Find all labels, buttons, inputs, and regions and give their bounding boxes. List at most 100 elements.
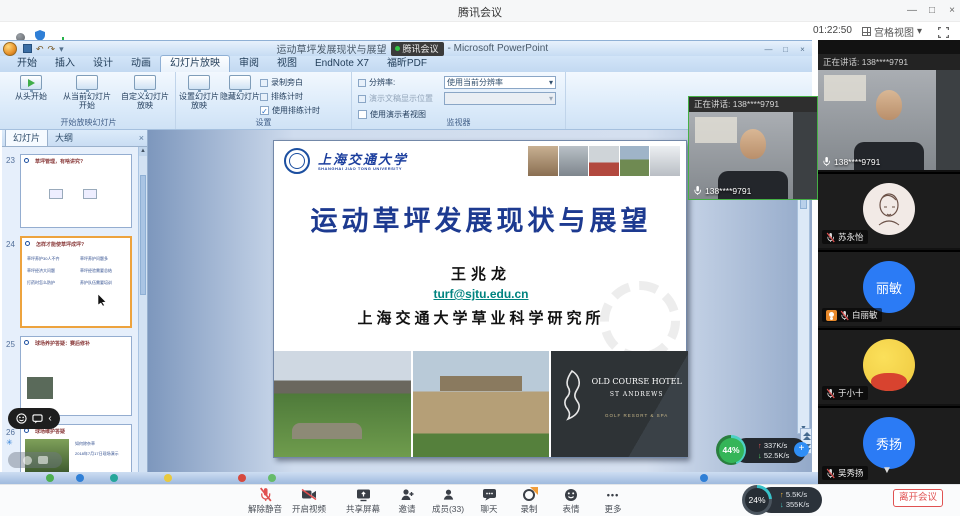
expand-stats-button[interactable]: + xyxy=(794,442,809,457)
emoji-icon[interactable] xyxy=(16,413,27,424)
group-label: 监视器 xyxy=(352,117,565,128)
slide-number: 26 xyxy=(6,428,15,437)
maximize-button[interactable]: □ xyxy=(923,3,941,18)
resolution-select[interactable]: 使用当前分辨率 ▾ xyxy=(444,76,556,89)
show-on-select: ▾ xyxy=(444,92,556,105)
more-dots-icon: ••• xyxy=(607,490,619,500)
thumb-graphic xyxy=(83,189,97,199)
setup-icon xyxy=(188,75,210,90)
ppt-minimize-button[interactable]: — xyxy=(761,43,776,54)
participant-name-label: 138****9791 xyxy=(822,156,880,167)
close-button[interactable]: × xyxy=(943,3,960,18)
unmute-button[interactable]: 解除静音 xyxy=(242,487,288,515)
office-button[interactable] xyxy=(3,42,17,56)
save-icon[interactable] xyxy=(23,44,32,53)
avatar: 秀扬 xyxy=(863,417,915,469)
floating-speaker-window[interactable]: 正在讲话: 138****9791 138****9791 xyxy=(688,96,818,200)
taskbar-app-icon[interactable] xyxy=(700,474,708,482)
ppt-close-button[interactable]: × xyxy=(795,43,810,54)
record-narration-button[interactable]: 录制旁白 xyxy=(260,77,346,88)
more-button[interactable]: ••• 更多 xyxy=(590,487,636,515)
cpu-gauge[interactable]: 44% xyxy=(716,435,746,465)
minimize-button[interactable]: — xyxy=(903,3,921,18)
slide-thumbnail-23[interactable]: 草坪管理，有啥讲究? xyxy=(20,154,132,228)
taskbar-app-icon[interactable] xyxy=(110,474,118,482)
taskbar-app-icon[interactable] xyxy=(46,474,54,482)
participant-name-label: 于小十 xyxy=(822,386,868,400)
speaker-name-label: 138****9791 xyxy=(693,185,751,196)
tab-animations[interactable]: 动画 xyxy=(122,56,160,72)
chat-icon[interactable] xyxy=(32,414,43,424)
checkbox-checked-icon: ✓ xyxy=(260,106,269,115)
tab-outline[interactable]: 大纲 xyxy=(48,130,80,146)
tab-home[interactable]: 开始 xyxy=(8,56,46,72)
reactions-button[interactable]: 表情 xyxy=(548,487,594,515)
use-timings-checkbox[interactable]: ✓ 使用排练计时 xyxy=(260,105,346,116)
participant-tile[interactable]: 丽敏 白丽敏 xyxy=(818,250,960,326)
chevron-down-icon: ▾ xyxy=(549,94,553,103)
slide-number: 24 xyxy=(6,240,15,249)
leave-meeting-button[interactable]: 离开会议 xyxy=(893,489,943,507)
tab-endnote[interactable]: EndNote X7 xyxy=(306,56,378,72)
show-on-row: 演示文稿显示位置 xyxy=(358,93,433,104)
undo-icon[interactable]: ↶ xyxy=(36,42,44,56)
ribbon-group-monitors: 分辨率: 使用当前分辨率 ▾ 演示文稿显示位置 ▾ 使用演示者视图 监视器 xyxy=(352,72,566,129)
collapse-icon[interactable]: ‹ xyxy=(48,413,51,424)
taskbar-app-icon[interactable] xyxy=(164,474,172,482)
slide-thumbnail-24[interactable]: 怎样才能使草坪成坪? 草坪养护30人不齐 草坪养护问题多 草坪经济大问题 草坪经… xyxy=(20,236,132,328)
tab-view[interactable]: 视图 xyxy=(268,56,306,72)
tab-design[interactable]: 设计 xyxy=(84,56,122,72)
record-button[interactable]: 录制 xyxy=(506,487,552,515)
slide-thumbnail-25[interactable]: 球场养护答疑：赛后修补 xyxy=(20,336,132,416)
redo-icon[interactable]: ↷ xyxy=(48,42,56,56)
from-beginning-button[interactable]: 从头开始 xyxy=(4,75,58,101)
tab-slides[interactable]: 幻灯片 xyxy=(5,130,48,146)
taskbar-app-icon[interactable] xyxy=(76,474,84,482)
resolution-row: 分辨率: xyxy=(358,77,395,88)
participant-tile[interactable]: 于小十 xyxy=(818,328,960,404)
photo xyxy=(650,146,680,176)
members-button[interactable]: 成员(33) xyxy=(425,487,471,515)
upload-arrow-icon: ↑ xyxy=(780,490,784,499)
avatar: 丽敏 xyxy=(863,261,915,313)
tab-slideshow[interactable]: 幻灯片放映 xyxy=(160,55,230,72)
chevron-down-icon: ▾ xyxy=(549,78,553,87)
participant-video-tile[interactable]: 138****9791 xyxy=(818,70,960,170)
tab-insert[interactable]: 插入 xyxy=(46,56,84,72)
scroll-more-participants-icon[interactable]: ▼ xyxy=(882,465,892,476)
scroll-up-icon[interactable]: ▲ xyxy=(139,147,147,156)
view-switcher[interactable]: 宫格视图 ▾ xyxy=(862,24,922,39)
start-video-button[interactable]: 开启视频 xyxy=(286,487,332,515)
reaction-quickbar[interactable]: ‹ xyxy=(8,408,60,429)
taskbar-app-icon[interactable] xyxy=(268,474,276,482)
cpu-percent: 44% xyxy=(719,438,744,463)
download-arrow-icon: ↓ xyxy=(780,500,784,509)
setup-slideshow-button[interactable]: 设置幻灯片放映 xyxy=(178,75,220,110)
slide: 上海交通大学 SHANGHAI JIAO TONG UNIVERSITY 运动草… xyxy=(273,140,687,458)
ppt-maximize-button[interactable]: □ xyxy=(778,43,793,54)
sign-line1: OLD COURSE HOTEL xyxy=(589,377,684,386)
scrollbar-thumb[interactable] xyxy=(140,175,146,295)
taskbar-app-icon[interactable] xyxy=(238,474,246,482)
panel-close-icon[interactable]: × xyxy=(139,133,144,143)
from-current-slide-button[interactable]: 从当前幻灯片开始 xyxy=(60,75,114,110)
fullscreen-icon[interactable] xyxy=(938,25,949,36)
upload-rate: 5.5K/s xyxy=(786,490,807,499)
show-on-icon xyxy=(358,95,366,103)
performance-gauge[interactable]: 24% xyxy=(742,485,772,515)
rehearse-timings-button[interactable]: 排练计时 xyxy=(260,91,346,102)
participant-tile[interactable]: 苏永怡 xyxy=(818,172,960,248)
email-link[interactable]: turf@sjtu.edu.cn xyxy=(274,287,688,301)
tencent-meeting-badge: 腾讯会议 xyxy=(391,42,444,56)
share-screen-button[interactable]: 共享屏幕 xyxy=(340,487,386,515)
panel-scrollbar[interactable]: ▲ xyxy=(138,147,147,472)
faded-quickbar[interactable] xyxy=(8,452,62,468)
lion-crest-icon xyxy=(559,369,585,421)
tab-foxit-pdf[interactable]: 福昕PDF xyxy=(378,56,436,72)
custom-slideshow-button[interactable]: 自定义幻灯片放映 xyxy=(118,75,172,110)
mouse-cursor xyxy=(98,294,107,306)
invite-button[interactable]: 邀请 xyxy=(384,487,430,515)
hide-slide-button[interactable]: 隐藏幻灯片 xyxy=(220,75,260,101)
windows-taskbar xyxy=(0,472,818,484)
tab-review[interactable]: 审阅 xyxy=(230,56,268,72)
